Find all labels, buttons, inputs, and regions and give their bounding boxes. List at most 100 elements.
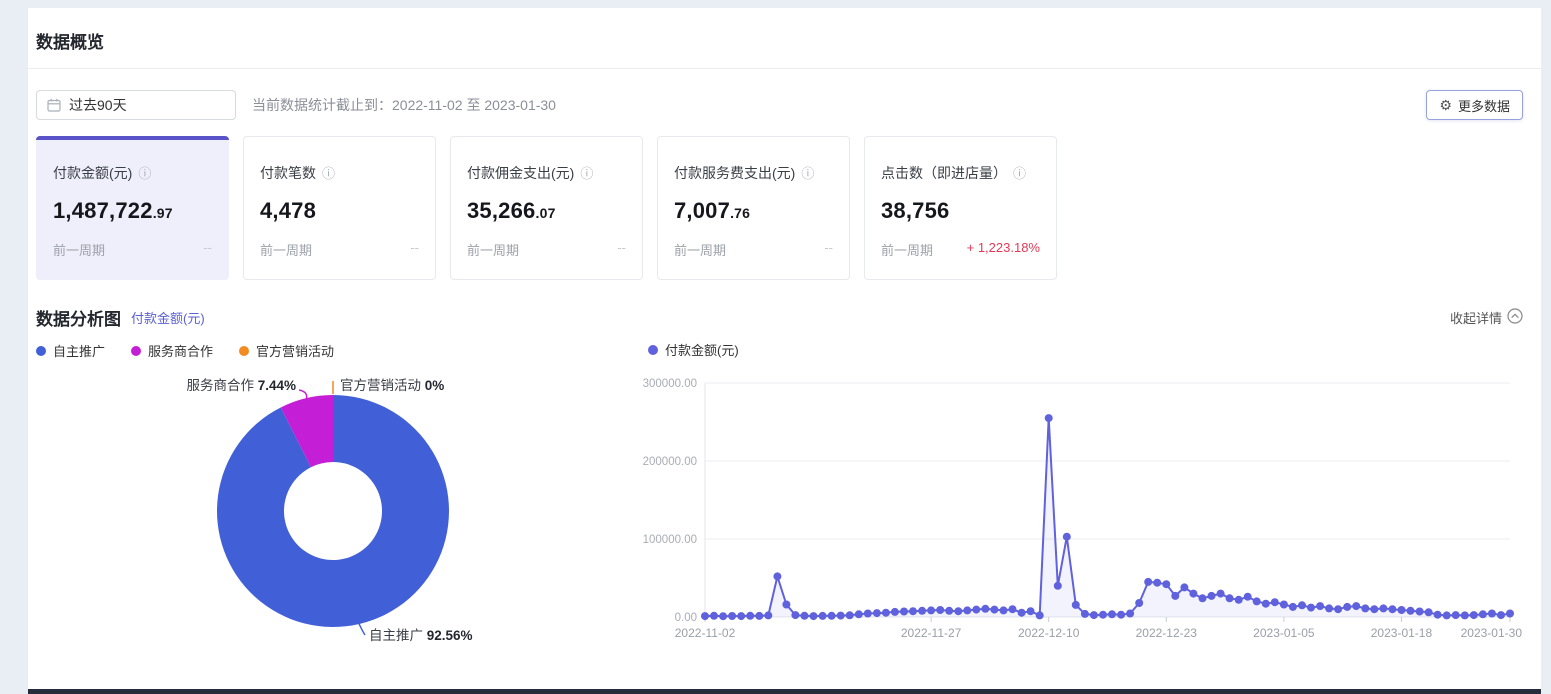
stat-card-payment-count[interactable]: 付款笔数ⓘ 4,478 前一周期-- xyxy=(243,136,436,280)
data-point[interactable] xyxy=(990,606,998,614)
data-point[interactable] xyxy=(1289,603,1297,611)
data-point[interactable] xyxy=(837,612,845,620)
donut-chart[interactable]: 服务商合作 7.44%官方营销活动 0%自主推广 92.56% xyxy=(28,363,638,675)
data-point[interactable] xyxy=(764,611,772,619)
data-point[interactable] xyxy=(1398,606,1406,614)
line-chart[interactable]: 0.00100000.00200000.00300000.002022-11-0… xyxy=(641,363,1531,655)
data-point[interactable] xyxy=(1253,597,1261,605)
data-point[interactable] xyxy=(1479,610,1487,618)
data-point[interactable] xyxy=(1235,596,1243,604)
metric-link[interactable]: 付款金额(元) xyxy=(131,308,205,327)
data-point[interactable] xyxy=(1180,583,1188,591)
stat-card-payment-amount[interactable]: 付款金额(元)ⓘ 1,487,722.97 前一周期-- xyxy=(36,136,229,280)
data-point[interactable] xyxy=(791,611,799,619)
collapse-details-button[interactable]: 收起详情 xyxy=(1450,308,1523,327)
data-point[interactable] xyxy=(1280,601,1288,609)
data-point[interactable] xyxy=(1162,580,1170,588)
data-point[interactable] xyxy=(1470,611,1478,619)
data-point[interactable] xyxy=(891,608,899,616)
data-point[interactable] xyxy=(1434,611,1442,619)
data-point[interactable] xyxy=(710,612,718,620)
data-point[interactable] xyxy=(1108,610,1116,618)
data-point[interactable] xyxy=(1126,610,1134,618)
data-point[interactable] xyxy=(945,607,953,615)
data-point[interactable] xyxy=(972,606,980,614)
data-point[interactable] xyxy=(909,607,917,615)
data-point[interactable] xyxy=(1090,611,1098,619)
data-point[interactable] xyxy=(936,606,944,614)
data-point[interactable] xyxy=(828,612,836,620)
data-point[interactable] xyxy=(1416,608,1424,616)
data-point[interactable] xyxy=(1135,599,1143,607)
data-point[interactable] xyxy=(1226,594,1234,602)
data-point[interactable] xyxy=(755,612,763,620)
data-point[interactable] xyxy=(1443,611,1451,619)
info-icon[interactable]: ⓘ xyxy=(138,167,151,180)
data-point[interactable] xyxy=(873,609,881,617)
data-point[interactable] xyxy=(801,612,809,620)
data-point[interactable] xyxy=(719,612,727,620)
data-point[interactable] xyxy=(1099,611,1107,619)
info-icon[interactable]: ⓘ xyxy=(322,167,335,180)
data-point[interactable] xyxy=(1425,608,1433,616)
data-point[interactable] xyxy=(810,612,818,620)
data-point[interactable] xyxy=(728,612,736,620)
data-point[interactable] xyxy=(1271,598,1279,606)
data-point[interactable] xyxy=(1307,604,1315,612)
data-point[interactable] xyxy=(1461,611,1469,619)
data-point[interactable] xyxy=(900,608,908,616)
data-point[interactable] xyxy=(1361,604,1369,612)
info-icon[interactable]: ⓘ xyxy=(1013,167,1026,180)
data-point[interactable] xyxy=(1072,601,1080,609)
data-point[interactable] xyxy=(918,607,926,615)
more-data-button[interactable]: ⚙ 更多数据 xyxy=(1426,90,1523,120)
legend-item-official-marketing[interactable]: 官方营销活动 xyxy=(239,341,334,360)
legend-item-service-provider[interactable]: 服务商合作 xyxy=(131,341,213,360)
data-point[interactable] xyxy=(1334,605,1342,613)
data-point[interactable] xyxy=(1497,611,1505,619)
data-point[interactable] xyxy=(954,607,962,615)
data-point[interactable] xyxy=(1488,610,1496,618)
stat-card-service-fee-spend[interactable]: 付款服务费支出(元)ⓘ 7,007.76 前一周期-- xyxy=(657,136,850,280)
data-point[interactable] xyxy=(1217,590,1225,598)
data-point[interactable] xyxy=(1370,605,1378,613)
data-point[interactable] xyxy=(1208,592,1216,600)
stat-card-commission-spend[interactable]: 付款佣金支出(元)ⓘ 35,266.07 前一周期-- xyxy=(450,136,643,280)
data-point[interactable] xyxy=(1244,593,1252,601)
data-point[interactable] xyxy=(1027,607,1035,615)
data-point[interactable] xyxy=(1081,610,1089,618)
data-point[interactable] xyxy=(1009,605,1017,613)
date-range-picker[interactable]: 过去90天 xyxy=(36,90,236,120)
data-point[interactable] xyxy=(701,612,709,620)
data-point[interactable] xyxy=(1036,611,1044,619)
data-point[interactable] xyxy=(1018,609,1026,617)
data-point[interactable] xyxy=(1117,611,1125,619)
legend-item-payment-amount[interactable]: 付款金额(元) xyxy=(648,340,739,359)
data-point[interactable] xyxy=(1407,607,1415,615)
data-point[interactable] xyxy=(846,611,854,619)
data-point[interactable] xyxy=(864,610,872,618)
legend-item-self-promo[interactable]: 自主推广 xyxy=(36,341,105,360)
data-point[interactable] xyxy=(1199,594,1207,602)
info-icon[interactable]: ⓘ xyxy=(580,167,593,180)
data-point[interactable] xyxy=(782,601,790,609)
data-point[interactable] xyxy=(819,612,827,620)
data-point[interactable] xyxy=(1063,533,1071,541)
data-point[interactable] xyxy=(1262,600,1270,608)
data-point[interactable] xyxy=(1452,611,1460,619)
data-point[interactable] xyxy=(1189,590,1197,598)
data-point[interactable] xyxy=(773,572,781,580)
data-point[interactable] xyxy=(1153,579,1161,587)
stat-card-clicks[interactable]: 点击数（即进店量）ⓘ 38,756 前一周期+ 1,223.18% xyxy=(864,136,1057,280)
data-point[interactable] xyxy=(1506,610,1514,618)
data-point[interactable] xyxy=(746,612,754,620)
data-point[interactable] xyxy=(737,612,745,620)
data-point[interactable] xyxy=(855,610,863,618)
data-point[interactable] xyxy=(1379,604,1387,612)
data-point[interactable] xyxy=(1343,603,1351,611)
data-point[interactable] xyxy=(927,606,935,614)
data-point[interactable] xyxy=(981,605,989,613)
data-point[interactable] xyxy=(963,606,971,614)
data-point[interactable] xyxy=(1298,601,1306,609)
data-point[interactable] xyxy=(1388,605,1396,613)
